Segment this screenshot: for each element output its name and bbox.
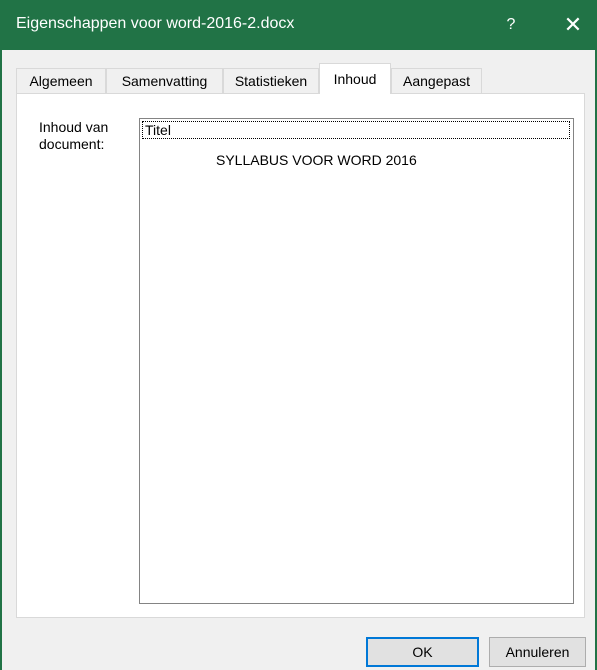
content-list[interactable]: Titel SYLLABUS VOOR WORD 2016 xyxy=(139,118,574,604)
content-heading-row[interactable]: Titel xyxy=(142,121,570,139)
tab-panel-inhoud: Inhoud van document: Titel SYLLABUS VOOR… xyxy=(16,93,585,618)
window-title: Eigenschappen voor word-2016-2.docx xyxy=(16,15,295,32)
properties-dialog: Eigenschappen voor word-2016-2.docx ? ✕ … xyxy=(0,0,597,670)
tab-statistieken[interactable]: Statistieken xyxy=(223,68,319,93)
title-bar[interactable]: Eigenschappen voor word-2016-2.docx ? ✕ xyxy=(2,0,597,50)
ok-button[interactable]: OK xyxy=(366,637,479,667)
close-button[interactable]: ✕ xyxy=(547,0,597,50)
tab-aangepast[interactable]: Aangepast xyxy=(391,68,482,93)
tab-algemeen[interactable]: Algemeen xyxy=(16,68,106,93)
content-title-value: SYLLABUS VOOR WORD 2016 xyxy=(216,152,417,168)
help-button[interactable]: ? xyxy=(488,0,534,50)
content-label: Inhoud van document: xyxy=(39,119,109,152)
tab-samenvatting[interactable]: Samenvatting xyxy=(106,68,223,93)
cancel-button[interactable]: Annuleren xyxy=(489,637,586,667)
tab-inhoud[interactable]: Inhoud xyxy=(319,63,391,94)
